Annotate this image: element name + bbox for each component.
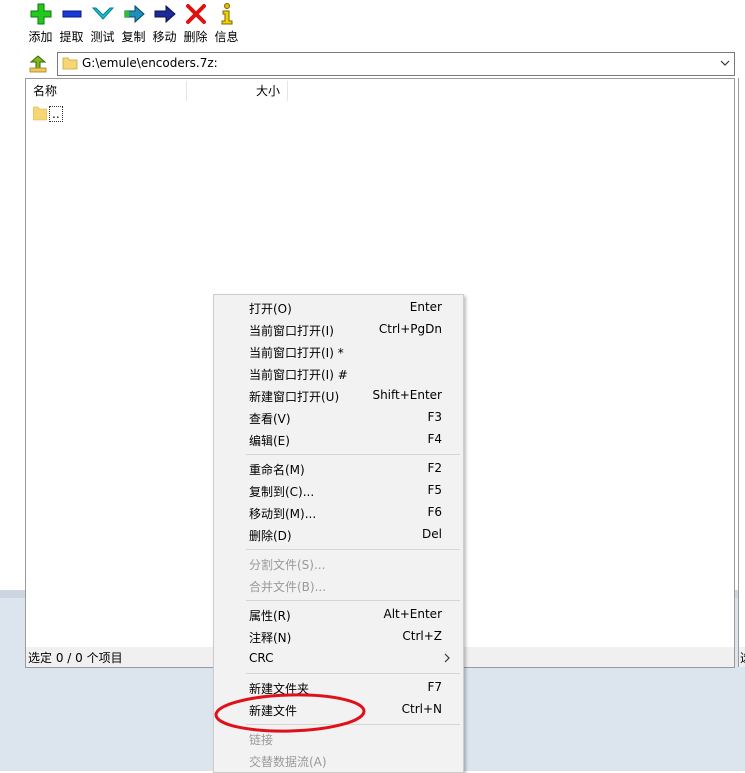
menu-item-shortcut: Ctrl+N xyxy=(401,702,442,716)
info-icon xyxy=(221,3,232,25)
copy-arrow-icon xyxy=(124,4,145,24)
menu-item-shortcut: Alt+Enter xyxy=(383,607,442,621)
menu-item-label: 当前窗口打开(I) * xyxy=(249,346,344,360)
second-panel-edge xyxy=(738,78,745,647)
menu-item-label: 属性(R) xyxy=(249,609,291,623)
menu-item-shortcut: Del xyxy=(422,527,442,541)
menu-item-label: 新建文件夹 xyxy=(249,682,310,696)
move-label: 移动 xyxy=(152,30,177,44)
test-label: 测试 xyxy=(90,30,115,44)
menu-item-shortcut: Enter xyxy=(409,300,442,314)
delete-button[interactable]: 删除 xyxy=(180,2,211,44)
add-button[interactable]: 添加 xyxy=(25,2,56,44)
submenu-arrow-icon xyxy=(444,653,450,663)
menu-item-label: 新建窗口打开(U) xyxy=(249,390,340,404)
menu-item-new-file[interactable]: 新建文件 Ctrl+N xyxy=(216,699,461,721)
menu-item-label: 复制到(C)... xyxy=(249,485,315,499)
delete-label: 删除 xyxy=(183,30,208,44)
menu-item-shortcut: Ctrl+Z xyxy=(402,629,442,643)
menu-item-delete[interactable]: 删除(D) Del xyxy=(216,524,461,546)
move-arrow-icon xyxy=(154,4,176,24)
second-panel-status-text: 选 xyxy=(740,649,745,666)
menu-item-label: 当前窗口打开(I) # xyxy=(249,368,348,382)
column-header-size[interactable]: 大小 xyxy=(186,81,286,101)
menu-item-label: 合并文件(B)... xyxy=(249,580,327,594)
column-divider[interactable] xyxy=(287,81,288,101)
menu-item-alternate-streams: 交替数据流(A) xyxy=(216,750,461,772)
menu-separator xyxy=(246,673,460,674)
path-input[interactable]: G:\emule\encoders.7z: xyxy=(57,52,735,76)
menu-item-properties[interactable]: 属性(R) Alt+Enter xyxy=(216,604,461,626)
menu-separator xyxy=(246,549,460,550)
menu-item-open-outside[interactable]: 新建窗口打开(U) Shift+Enter xyxy=(216,385,461,407)
context-menu: 打开(O) Enter 当前窗口打开(I) Ctrl+PgDn 当前窗口打开(I… xyxy=(213,294,464,773)
menu-item-shortcut: F5 xyxy=(427,483,442,497)
menu-item-new-folder[interactable]: 新建文件夹 F7 xyxy=(216,677,461,699)
add-label: 添加 xyxy=(28,30,53,44)
menu-item-label: 重命名(M) xyxy=(249,463,305,477)
menu-item-rename[interactable]: 重命名(M) F2 xyxy=(216,458,461,480)
menu-item-shortcut: F4 xyxy=(427,432,442,446)
menu-item-label: 编辑(E) xyxy=(249,434,290,448)
menu-item-shortcut: F6 xyxy=(427,505,442,519)
menu-item-label: 删除(D) xyxy=(249,529,292,543)
menu-item-combine-files: 合并文件(B)... xyxy=(216,575,461,597)
menu-item-open-inside-star[interactable]: 当前窗口打开(I) * xyxy=(216,341,461,363)
toolbar: 添加 提取 测试 复制 移动 删除 信息 xyxy=(0,0,745,46)
parent-dir-label: .. xyxy=(49,106,63,122)
menu-item-crc[interactable]: CRC xyxy=(216,648,461,670)
menu-item-view[interactable]: 查看(V) F3 xyxy=(216,407,461,429)
move-button[interactable]: 移动 xyxy=(149,2,180,44)
address-bar: G:\emule\encoders.7z: xyxy=(24,52,735,76)
up-folder-icon[interactable] xyxy=(28,54,48,74)
copy-label: 复制 xyxy=(121,30,146,44)
menu-item-move-to[interactable]: 移动到(M)... F6 xyxy=(216,502,461,524)
menu-item-split-file: 分割文件(S)... xyxy=(216,553,461,575)
folder-icon xyxy=(62,57,78,70)
menu-item-shortcut: Shift+Enter xyxy=(372,388,442,402)
info-button[interactable]: 信息 xyxy=(211,2,242,44)
plus-icon xyxy=(30,3,51,25)
extract-label: 提取 xyxy=(59,30,84,44)
menu-separator xyxy=(246,724,460,725)
menu-item-shortcut: F3 xyxy=(427,410,442,424)
menu-item-link: 链接 xyxy=(216,728,461,750)
menu-item-open-inside-hash[interactable]: 当前窗口打开(I) # xyxy=(216,363,461,385)
extract-button[interactable]: 提取 xyxy=(56,2,87,44)
menu-item-label: 分割文件(S)... xyxy=(249,558,326,572)
second-panel-status: 选 xyxy=(738,647,745,667)
menu-item-label: 打开(O) xyxy=(249,302,292,316)
menu-item-shortcut: F7 xyxy=(427,680,442,694)
copy-button[interactable]: 复制 xyxy=(118,2,149,44)
menu-item-label: 注释(N) xyxy=(249,631,292,645)
delete-x-icon xyxy=(185,4,206,24)
folder-icon xyxy=(33,106,47,121)
column-header-name[interactable]: 名称 xyxy=(33,81,183,101)
menu-item-label: CRC xyxy=(249,651,274,665)
menu-separator xyxy=(246,600,460,601)
menu-item-label: 查看(V) xyxy=(249,412,291,426)
menu-item-shortcut: F2 xyxy=(427,461,442,475)
menu-item-comment[interactable]: 注释(N) Ctrl+Z xyxy=(216,626,461,648)
chevron-down-icon[interactable] xyxy=(718,56,732,70)
menu-item-label: 新建文件 xyxy=(249,704,298,718)
test-button[interactable]: 测试 xyxy=(87,2,118,44)
menu-separator xyxy=(246,454,460,455)
menu-item-open-inside[interactable]: 当前窗口打开(I) Ctrl+PgDn xyxy=(216,319,461,341)
menu-item-label: 当前窗口打开(I) xyxy=(249,324,334,338)
menu-item-copy-to[interactable]: 复制到(C)... F5 xyxy=(216,480,461,502)
path-text: G:\emule\encoders.7z: xyxy=(82,56,218,70)
menu-item-label: 交替数据流(A) xyxy=(249,755,327,769)
menu-item-label: 链接 xyxy=(249,733,274,747)
status-text: 选定 0 / 0 个项目 xyxy=(28,651,123,665)
menu-item-label: 移动到(M)... xyxy=(249,507,317,521)
menu-item-shortcut: Ctrl+PgDn xyxy=(378,322,442,336)
info-label: 信息 xyxy=(214,30,239,44)
menu-item-open[interactable]: 打开(O) Enter xyxy=(216,297,461,319)
minus-icon xyxy=(62,10,81,18)
checkmark-icon xyxy=(91,7,114,20)
menu-item-edit[interactable]: 编辑(E) F4 xyxy=(216,429,461,451)
